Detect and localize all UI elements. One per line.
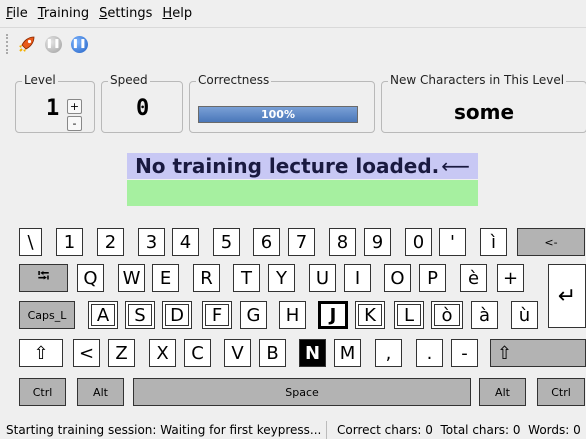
pause-button[interactable]: ❚❚ <box>42 33 64 55</box>
key[interactable]: O <box>384 264 411 292</box>
speed-value: 0 <box>136 96 150 121</box>
right-shift-key[interactable]: ⇧ <box>490 339 586 367</box>
key[interactable]: A <box>88 301 118 329</box>
key[interactable]: K <box>355 301 385 329</box>
key[interactable]: 3 <box>138 228 165 256</box>
key[interactable]: à <box>471 301 498 329</box>
level-value: 1 <box>46 96 60 121</box>
key[interactable]: X <box>149 339 176 367</box>
correctness-group: Correctness 100% <box>189 73 375 133</box>
key[interactable]: - <box>451 339 478 367</box>
key[interactable]: 9 <box>364 228 391 256</box>
stop-button[interactable]: ❚❚ <box>68 33 90 55</box>
level-down-button[interactable]: - <box>67 116 82 131</box>
key[interactable]: ò <box>431 301 463 329</box>
key[interactable]: B <box>259 339 286 367</box>
level-group: Level 1 + - <box>15 73 95 133</box>
key[interactable]: E <box>152 264 179 292</box>
new-characters-value: some <box>453 100 515 124</box>
lecture-text: No training lecture loaded. <box>135 154 440 178</box>
key[interactable]: , <box>375 339 402 367</box>
start-training-button[interactable] <box>16 33 38 55</box>
menu-file[interactable]: File <box>6 6 28 21</box>
enter-glyph-icon: ⟵ <box>441 154 470 178</box>
speed-title: Speed <box>108 73 150 87</box>
pause-blue-icon: ❚❚ <box>70 35 88 53</box>
key[interactable]: 8 <box>329 228 356 256</box>
backspace-key[interactable]: <- <box>517 228 585 256</box>
key[interactable]: è <box>460 264 487 292</box>
key[interactable]: L <box>394 301 424 329</box>
key[interactable]: P <box>419 264 446 292</box>
menu-settings[interactable]: Settings <box>99 6 152 21</box>
key[interactable]: ' <box>439 228 466 256</box>
key[interactable]: \ <box>19 228 42 256</box>
key[interactable]: ù <box>511 301 538 329</box>
key-highlighted[interactable]: N <box>299 339 326 367</box>
key[interactable]: 0 <box>405 228 432 256</box>
new-characters-group: New Characters in This Level some <box>381 73 586 133</box>
key[interactable]: G <box>240 301 267 329</box>
key[interactable]: R <box>193 264 220 292</box>
key[interactable]: 6 <box>253 228 280 256</box>
key[interactable]: D <box>162 301 192 329</box>
key[interactable]: V <box>224 339 251 367</box>
key[interactable]: S <box>125 301 155 329</box>
key[interactable]: Y <box>268 264 295 292</box>
key[interactable]: 5 <box>213 228 240 256</box>
key[interactable]: W <box>118 264 145 292</box>
left-alt-key[interactable]: Alt <box>77 378 124 406</box>
key[interactable]: I <box>344 264 371 292</box>
status-bar: Starting training session: Waiting for f… <box>0 420 586 439</box>
key-current[interactable]: J <box>318 301 348 329</box>
right-ctrl-key[interactable]: Ctrl <box>537 378 585 406</box>
speed-group: Speed 0 <box>101 73 183 133</box>
rocket-icon <box>19 36 35 52</box>
key[interactable]: . <box>416 339 443 367</box>
level-spinner: + - <box>67 99 82 131</box>
key[interactable]: U <box>309 264 336 292</box>
left-ctrl-key[interactable]: Ctrl <box>19 378 66 406</box>
key[interactable]: 7 <box>288 228 315 256</box>
menu-training[interactable]: Training <box>38 6 89 21</box>
left-shift-key[interactable]: ⇧ <box>19 339 63 367</box>
key[interactable]: F <box>202 301 232 329</box>
key[interactable]: H <box>279 301 306 329</box>
correctness-title: Correctness <box>196 73 272 87</box>
key[interactable]: T <box>233 264 260 292</box>
key[interactable]: 4 <box>172 228 199 256</box>
enter-key[interactable]: ↵ <box>548 264 586 328</box>
lecture-text-line: No training lecture loaded. ⟵ <box>127 153 478 179</box>
key[interactable]: + <box>497 264 524 292</box>
pause-icon: ❚❚ <box>44 35 62 53</box>
key[interactable]: 2 <box>97 228 124 256</box>
key[interactable]: Q <box>77 264 104 292</box>
caps-lock-key[interactable]: Caps_L <box>19 301 75 329</box>
typing-input-line[interactable] <box>127 180 478 206</box>
level-up-button[interactable]: + <box>67 99 82 114</box>
key[interactable]: ì <box>480 228 507 256</box>
key[interactable]: C <box>184 339 211 367</box>
key[interactable]: Z <box>108 339 135 367</box>
key[interactable]: 1 <box>56 228 83 256</box>
toolbar-grip[interactable] <box>6 34 12 54</box>
menu-help[interactable]: Help <box>162 6 192 21</box>
correctness-progress-bar: 100% <box>198 106 358 123</box>
toolbar: ❚❚ ❚❚ <box>0 29 586 59</box>
status-message: Starting training session: Waiting for f… <box>6 422 322 437</box>
right-alt-key[interactable]: Alt <box>479 378 526 406</box>
status-counters: Correct chars: 0 Total chars: 0 Words: 0 <box>326 421 581 439</box>
level-title: Level <box>22 73 58 87</box>
new-characters-title: New Characters in This Level <box>388 73 567 87</box>
menu-bar: File Training Settings Help <box>0 0 586 28</box>
space-key[interactable]: Space <box>133 378 471 406</box>
tab-key[interactable]: ⭾ <box>19 264 68 292</box>
key[interactable]: < <box>73 339 100 367</box>
key[interactable]: M <box>334 339 361 367</box>
